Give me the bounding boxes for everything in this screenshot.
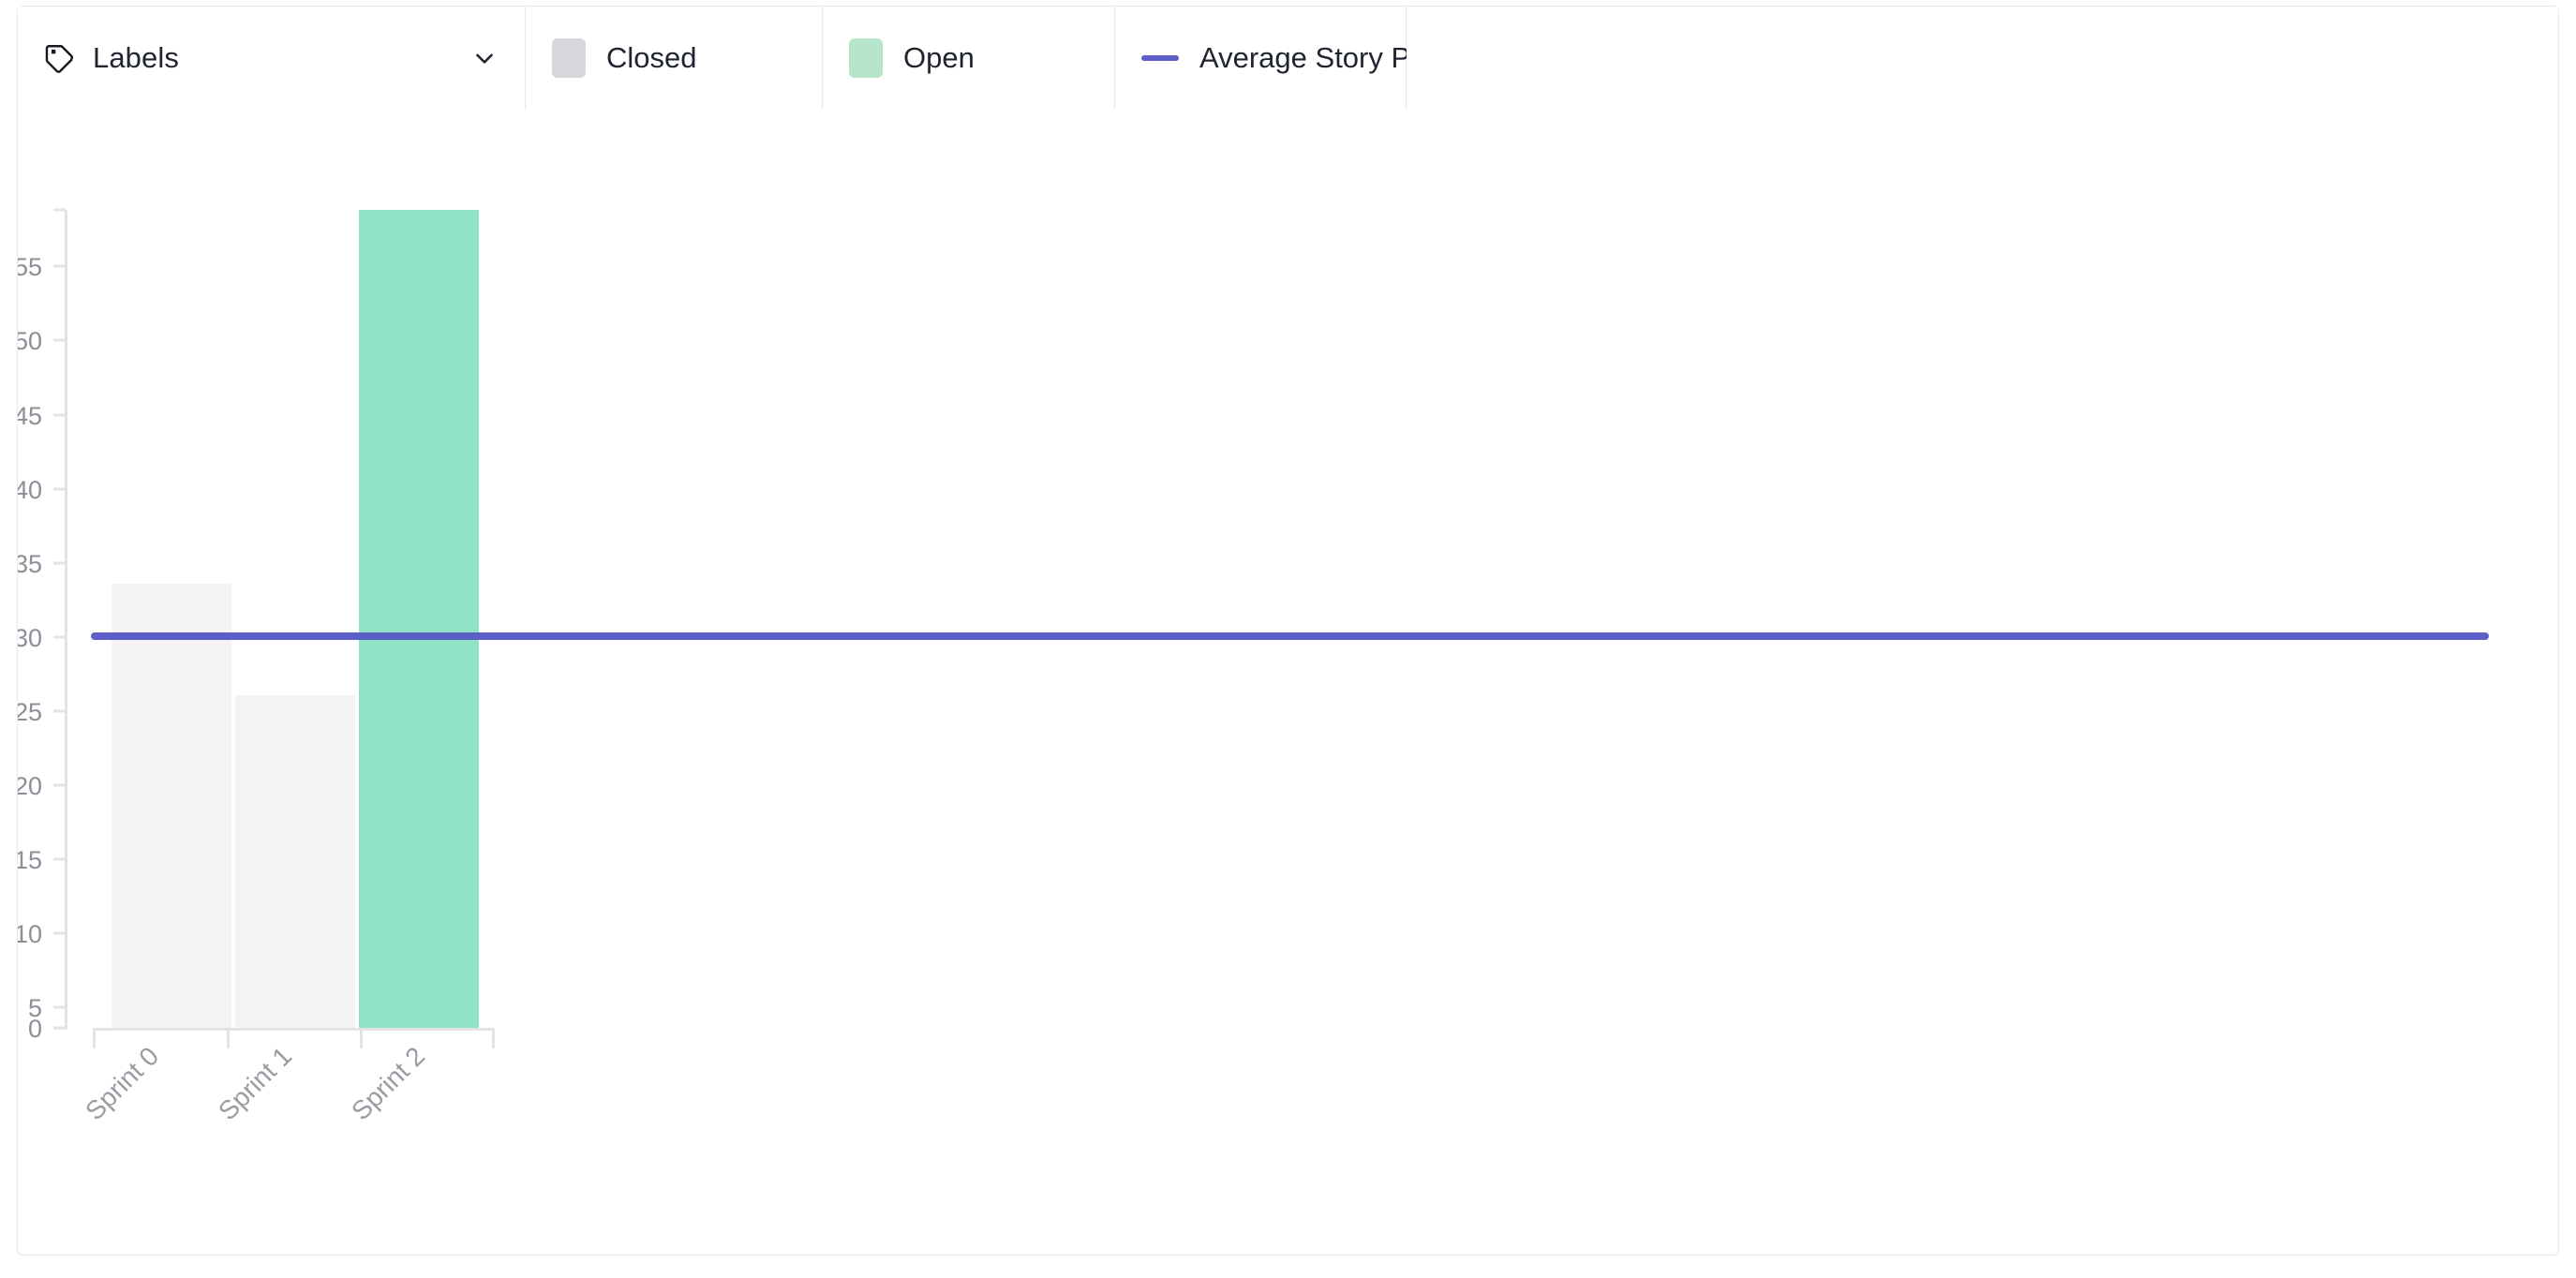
y-axis-ticks: 55 50 45 40 35 30 25 20: [18, 208, 66, 1043]
x-tick-label: Sprint 0: [80, 1041, 164, 1125]
tag-icon: [44, 42, 76, 74]
x-tick-label: Sprint 1: [213, 1041, 297, 1125]
y-tick-label: 30: [18, 624, 42, 652]
y-tick-label: 45: [18, 402, 42, 430]
y-tick-label: 55: [18, 253, 42, 281]
chart-widget: Labels Closed Open Average Story Points: [0, 0, 2576, 1278]
y-tick-label: 10: [18, 920, 42, 948]
legend-swatch-open: [849, 38, 883, 78]
legend-item-closed[interactable]: Closed: [526, 7, 823, 110]
labels-dropdown-content: Labels: [44, 41, 179, 75]
chevron-down-icon[interactable]: [470, 44, 499, 72]
y-tick-label: 50: [18, 327, 42, 355]
legend-item-average-story-points[interactable]: Average Story Points: [1115, 7, 1472, 110]
y-tick-label: 25: [18, 698, 42, 726]
bar-sprint-2-open[interactable]: [359, 210, 479, 1028]
legend-label-closed: Closed: [606, 41, 697, 74]
legend-line-average-story-points: [1141, 55, 1179, 61]
y-tick-label: 35: [18, 550, 42, 578]
y-tick-label: 20: [18, 772, 42, 800]
legend-swatch-closed: [552, 38, 586, 78]
legend-empty-cell: [1407, 7, 2558, 110]
x-tick-label: Sprint 2: [346, 1041, 430, 1125]
legend-item-open[interactable]: Open: [823, 7, 1115, 110]
bar-sprint-0-closed[interactable]: [112, 584, 231, 1028]
labels-dropdown-label: Labels: [93, 41, 179, 74]
chart-card: 55 50 45 40 35 30 25 20: [17, 110, 2559, 1256]
chart-plot-area: 55 50 45 40 35 30 25 20: [18, 110, 2558, 1255]
y-tick-label: 0: [28, 1015, 42, 1043]
y-tick-label: 15: [18, 846, 42, 874]
labels-dropdown[interactable]: Labels: [18, 7, 526, 110]
y-tick-label: 40: [18, 476, 42, 504]
legend-label-open: Open: [903, 41, 975, 74]
x-axis: [93, 1028, 495, 1048]
chart-legend-toolbar: Labels Closed Open Average Story Points: [17, 6, 2559, 111]
x-axis-tick-labels: Sprint 0 Sprint 1 Sprint 2: [80, 1041, 430, 1125]
bar-chart-svg: 55 50 45 40 35 30 25 20: [18, 208, 2489, 1125]
bar-sprint-1-closed[interactable]: [235, 695, 355, 1028]
